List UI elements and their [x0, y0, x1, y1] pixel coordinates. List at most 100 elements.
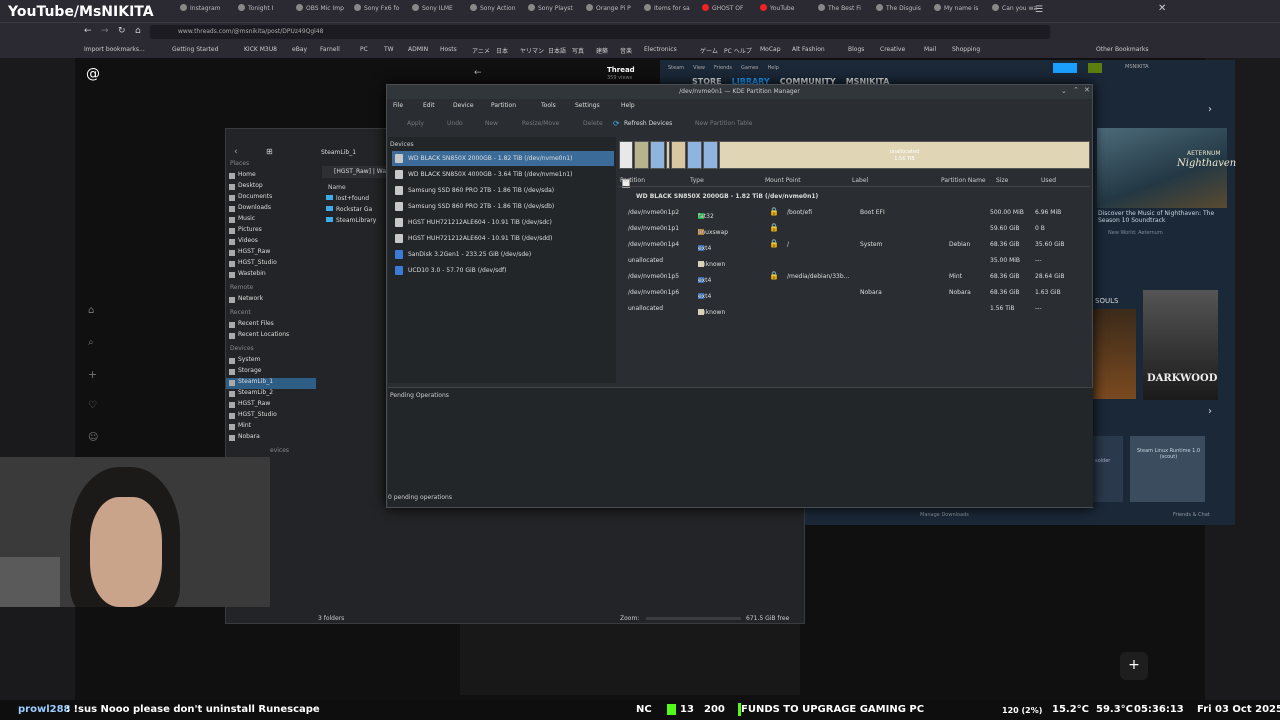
friends-chat[interactable]: Friends & Chat — [1173, 512, 1210, 518]
darkwood-cover[interactable]: DARKWOOD — [1143, 290, 1218, 400]
file-row[interactable]: SteamLibrary — [326, 217, 388, 228]
place-hgst-raw[interactable]: HGST_Raw — [226, 248, 316, 259]
partition-row[interactable]: /dev/nvme0n1p5 ext4/media/debian/33b... Mi… — [618, 269, 1090, 285]
partition-segment-gap-seg[interactable] — [666, 141, 670, 169]
next-arrow-icon-2[interactable]: › — [1208, 406, 1212, 417]
device-item[interactable]: HGST HUH721212ALE604 - 10.91 TiB (/dev/s… — [392, 215, 614, 230]
steam-announce-button[interactable] — [1053, 63, 1077, 73]
place-downloads[interactable]: Downloads — [226, 204, 316, 215]
steam-menu-item[interactable]: Steam — [668, 65, 684, 71]
partition-row[interactable]: unallocated unknown 1.56 TiB --- — [618, 301, 1090, 317]
steam-menu-item[interactable]: Friends — [714, 65, 732, 71]
manage-downloads[interactable]: Manage Downloads — [920, 512, 969, 518]
home-icon[interactable]: ⌂ — [135, 26, 141, 36]
steam-notify-button[interactable] — [1088, 63, 1102, 73]
partition-segment-ext-seg[interactable] — [703, 141, 718, 169]
bookmark-item[interactable]: Getting Started — [172, 46, 218, 53]
partition-segment-swap-seg[interactable] — [634, 141, 649, 169]
partition-segment-unallocated[interactable]: unallocated 1.56 TiB — [719, 141, 1090, 169]
dolphin-breadcrumb[interactable]: SteamLib_1 — [321, 149, 356, 156]
threads-back-icon[interactable]: ← — [474, 68, 482, 78]
device-item[interactable]: Samsung SSD 860 PRO 2TB - 1.86 TiB (/dev… — [392, 183, 614, 198]
refresh-devices-button[interactable]: Refresh Devices — [624, 120, 672, 127]
place-hgst-studio[interactable]: HGST_Studio — [226, 259, 316, 270]
place-storage[interactable]: Storage — [226, 367, 316, 378]
col-header-size[interactable]: Size — [996, 177, 1008, 184]
bookmark-item[interactable]: 写真 — [572, 46, 584, 55]
url-bar[interactable]: www.threads.com/@msnikita/post/DPUz49Qgl… — [150, 25, 1050, 39]
place-steamlib-2[interactable]: SteamLib_2 — [226, 389, 316, 400]
place-mint[interactable]: Mint — [226, 422, 316, 433]
new-button[interactable]: New — [485, 120, 498, 127]
partition-row[interactable]: /dev/nvme0n1p2 fat32/boot/efi Boot EFI 500.… — [618, 205, 1090, 221]
col-header-mount-point[interactable]: Mount Point — [765, 177, 801, 184]
forward-icon[interactable]: → — [101, 26, 109, 36]
bookmark-item[interactable]: eBay — [292, 46, 307, 53]
search-nav-icon[interactable]: ⌕ — [88, 337, 94, 348]
place-wastebin[interactable]: Wastebin — [226, 270, 316, 281]
col-name-header[interactable]: Name — [328, 184, 346, 191]
place-recent-locations[interactable]: Recent Locations — [226, 331, 316, 342]
bookmark-item[interactable]: PC — [360, 46, 368, 53]
browser-tab[interactable]: Sony ILME — [412, 4, 468, 18]
partition-segment-mint-seg[interactable] — [671, 141, 686, 169]
bookmark-item[interactable]: 建築 — [596, 46, 608, 55]
delete-button[interactable]: Delete — [583, 120, 603, 127]
partition-row[interactable]: unallocated unknown 35.00 MiB --- — [618, 253, 1090, 269]
bookmark-item[interactable]: Farnell — [320, 46, 340, 53]
pm-close-icon[interactable]: ✕ — [1084, 86, 1090, 94]
browser-tab[interactable]: YouTube — [760, 4, 816, 18]
runtime-card-left[interactable]: solder — [1093, 436, 1123, 502]
place-hgst-studio[interactable]: HGST_Studio — [226, 411, 316, 422]
col-header-label[interactable]: Label — [852, 177, 868, 184]
browser-tab[interactable]: The Disguis — [876, 4, 932, 18]
bookmark-item[interactable]: 音楽 — [620, 46, 632, 55]
col-header-type[interactable]: Type — [690, 177, 704, 184]
browser-tab[interactable]: Sony Playst — [528, 4, 584, 18]
place-videos[interactable]: Videos — [226, 237, 316, 248]
maximize-icon[interactable]: ⌃ — [1073, 86, 1079, 94]
menu-tools[interactable]: Tools — [541, 102, 556, 109]
home-nav-icon[interactable]: ⌂ — [88, 305, 94, 316]
browser-tab[interactable]: Sony Action — [470, 4, 526, 18]
runtime-card[interactable]: Steam Linux Runtime 1.0 (scout) — [1130, 436, 1205, 502]
place-recent-files[interactable]: Recent Files — [226, 320, 316, 331]
menu-file[interactable]: File — [393, 102, 403, 109]
partition-row[interactable]: /dev/nvme0n1p1 linuxswap 59.60 GiB 0 B 🔒 — [618, 221, 1090, 237]
next-arrow-icon[interactable]: › — [1208, 104, 1212, 115]
bookmark-item[interactable]: Mail — [924, 46, 936, 53]
partition-segment-nobara-seg[interactable] — [687, 141, 702, 169]
device-item[interactable]: SanDisk 3.2Gen1 - 233.25 GiB (/dev/sde) — [392, 247, 614, 262]
bookmark-item[interactable]: アニメ — [472, 46, 490, 55]
partition-segment-system-seg[interactable] — [650, 141, 665, 169]
bookmark-item[interactable]: Electronics — [644, 46, 677, 53]
partition-row[interactable]: /dev/nvme0n1p4 ext4 / System Debian 68.36 GiB… — [618, 237, 1090, 253]
bookmark-item[interactable]: 日本 — [496, 46, 508, 55]
reload-icon[interactable]: ↻ — [118, 26, 126, 36]
steam-menu-item[interactable]: Help — [768, 65, 779, 71]
new-partition-table-button[interactable]: New Partition Table — [695, 120, 752, 127]
device-item[interactable]: WD BLACK SN850X 4000GB - 3.64 TiB (/dev/… — [392, 167, 614, 182]
browser-tab[interactable]: GHOST OF — [702, 4, 758, 18]
place-system[interactable]: System — [226, 356, 316, 367]
bookmark-item[interactable]: Import bookmarks... — [84, 46, 145, 53]
bookmark-item[interactable]: Other Bookmarks — [1096, 46, 1148, 53]
menu-settings[interactable]: Settings — [575, 102, 600, 109]
menu-help[interactable]: Help — [621, 102, 635, 109]
bookmark-item[interactable]: Alt Fashion — [792, 46, 825, 53]
menu-device[interactable]: Device — [453, 102, 474, 109]
zoom-slider[interactable] — [646, 617, 741, 620]
place-hgst-raw[interactable]: HGST_Raw — [226, 400, 316, 411]
bookmark-item[interactable]: MoCap — [760, 46, 781, 53]
place-network[interactable]: Network — [226, 295, 316, 306]
partition-row[interactable]: /dev/nvme0n1p6 ext4 Nobara Nobara 68.36 GiB 1… — [618, 285, 1090, 301]
place-desktop[interactable]: Desktop — [226, 182, 316, 193]
dolphin-back-icon[interactable]: ‹ — [234, 147, 238, 157]
place-home[interactable]: Home — [226, 171, 316, 182]
device-item[interactable]: HGST HUH721212ALE604 - 10.91 TiB (/dev/s… — [392, 231, 614, 246]
resize-move-button[interactable]: Resize/Move — [522, 120, 559, 127]
bookmark-item[interactable]: TW — [384, 46, 394, 53]
device-item[interactable]: Samsung SSD 860 PRO 2TB - 1.86 TiB (/dev… — [392, 199, 614, 214]
bookmark-item[interactable]: 日本語 — [548, 46, 566, 55]
steam-menu-item[interactable]: View — [693, 65, 705, 71]
